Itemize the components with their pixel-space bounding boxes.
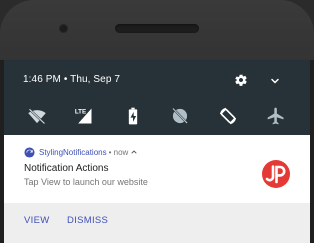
quick-settings-tiles: LTE xyxy=(4,106,310,126)
view-button[interactable]: VIEW xyxy=(24,215,49,226)
earpiece-speaker xyxy=(115,24,199,33)
chevron-up-icon[interactable] xyxy=(130,148,138,156)
notification-card[interactable]: StylingNotifications • now Notification … xyxy=(4,135,310,243)
phone-device: 1:46 PM • Thu, Sep 7 LTE StylingNotifica… xyxy=(0,0,314,243)
front-camera xyxy=(60,25,67,32)
lte-signal-icon[interactable]: LTE xyxy=(74,106,94,126)
wifi-off-icon[interactable] xyxy=(27,106,47,126)
svg-text:LTE: LTE xyxy=(75,109,86,116)
notification-title: Notification Actions xyxy=(24,163,109,174)
notification-shade: 1:46 PM • Thu, Sep 7 LTE StylingNotifica… xyxy=(4,60,310,243)
notification-actions: VIEW DISMISS xyxy=(4,203,310,243)
brand-logo-icon xyxy=(262,160,290,188)
dismiss-button[interactable]: DISMISS xyxy=(67,215,108,226)
date-time-label: 1:46 PM • Thu, Sep 7 xyxy=(23,74,121,85)
gear-icon[interactable] xyxy=(234,73,248,87)
notification-text: Tap View to launch our website xyxy=(24,177,148,187)
quick-settings-header: 1:46 PM • Thu, Sep 7 LTE xyxy=(4,60,310,135)
airplane-mode-icon[interactable] xyxy=(266,106,286,126)
do-not-disturb-icon[interactable] xyxy=(170,106,190,126)
app-name: StylingNotifications xyxy=(39,147,107,157)
notification-header: StylingNotifications • now xyxy=(24,146,138,158)
right-bezel xyxy=(310,60,314,243)
notification-timestamp: • now xyxy=(108,147,129,157)
battery-charging-icon[interactable] xyxy=(123,106,143,126)
app-icon xyxy=(24,146,35,158)
auto-rotate-icon[interactable] xyxy=(218,106,238,126)
chevron-down-icon[interactable] xyxy=(269,75,281,87)
